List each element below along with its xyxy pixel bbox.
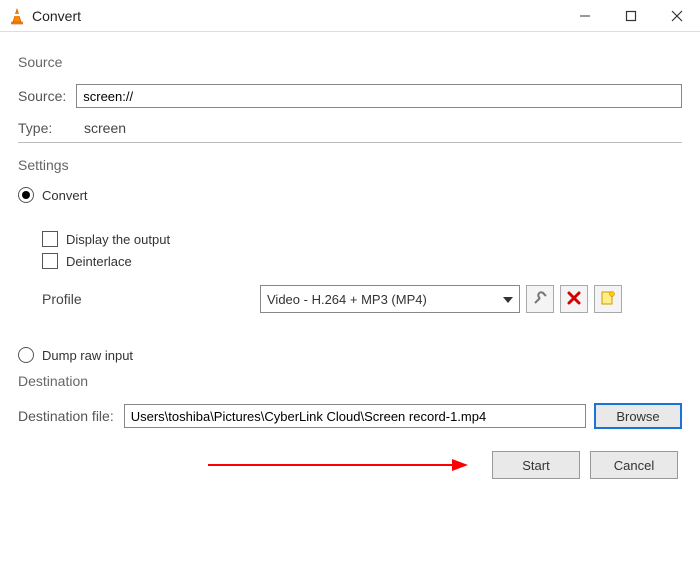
window-controls [562, 0, 700, 32]
vlc-cone-icon [8, 7, 26, 25]
cancel-button-label: Cancel [614, 458, 654, 473]
destination-section-label: Destination [18, 373, 682, 389]
convert-radio[interactable] [18, 187, 34, 203]
dialog-content: Source Source: Type: screen Settings Con… [0, 32, 700, 479]
type-value: screen [84, 120, 126, 136]
new-profile-button[interactable] [594, 285, 622, 313]
delete-x-icon [567, 291, 581, 308]
minimize-button[interactable] [562, 0, 608, 32]
destination-file-input[interactable] [124, 404, 586, 428]
source-section-label: Source [18, 54, 682, 70]
display-output-row[interactable]: Display the output [42, 231, 682, 247]
start-button-label: Start [522, 458, 549, 473]
chevron-down-icon [503, 292, 513, 307]
new-document-icon [600, 290, 616, 309]
convert-radio-label: Convert [42, 188, 88, 203]
dump-raw-radio[interactable] [18, 347, 34, 363]
start-button[interactable]: Start [492, 451, 580, 479]
deinterlace-row[interactable]: Deinterlace [42, 253, 682, 269]
divider [18, 142, 682, 143]
profile-label: Profile [42, 291, 112, 307]
edit-profile-button[interactable] [526, 285, 554, 313]
maximize-button[interactable] [608, 0, 654, 32]
profile-select[interactable]: Video - H.264 + MP3 (MP4) [260, 285, 520, 313]
convert-radio-row[interactable]: Convert [18, 187, 682, 203]
source-input[interactable] [76, 84, 682, 108]
type-label: Type: [18, 120, 68, 136]
settings-section-label: Settings [18, 157, 682, 173]
display-output-label: Display the output [66, 232, 170, 247]
cancel-button[interactable]: Cancel [590, 451, 678, 479]
deinterlace-label: Deinterlace [66, 254, 132, 269]
close-button[interactable] [654, 0, 700, 32]
profile-selected-value: Video - H.264 + MP3 (MP4) [267, 292, 427, 307]
wrench-icon [532, 290, 548, 309]
titlebar: Convert [0, 0, 700, 32]
display-output-checkbox[interactable] [42, 231, 58, 247]
deinterlace-checkbox[interactable] [42, 253, 58, 269]
arrow-annotation-icon [208, 455, 468, 475]
delete-profile-button[interactable] [560, 285, 588, 313]
source-label: Source: [18, 88, 66, 104]
destination-file-label: Destination file: [18, 408, 114, 424]
browse-button-label: Browse [616, 409, 659, 424]
browse-button[interactable]: Browse [594, 403, 682, 429]
window-title: Convert [32, 8, 81, 24]
dump-raw-radio-row[interactable]: Dump raw input [18, 347, 682, 363]
dump-raw-label: Dump raw input [42, 348, 133, 363]
